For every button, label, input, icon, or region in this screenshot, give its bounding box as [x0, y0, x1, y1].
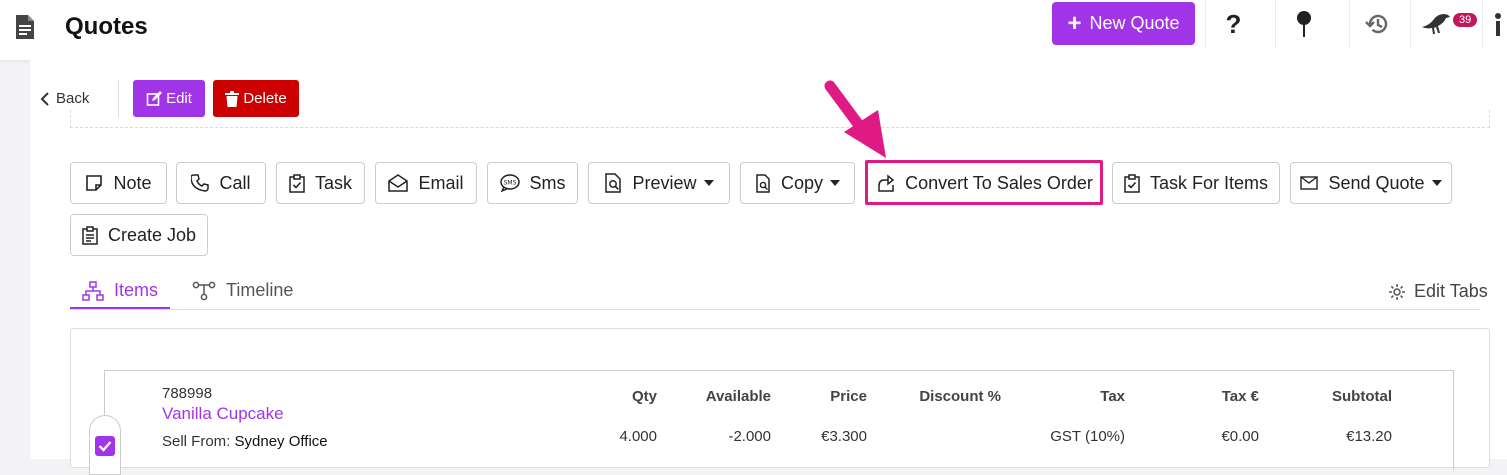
chevron-left-icon	[40, 91, 49, 106]
row-qty: 4.000	[619, 428, 657, 445]
copy-dropdown[interactable]: Copy	[740, 162, 855, 204]
caret-down-icon	[1431, 180, 1442, 186]
sms-label: Sms	[529, 172, 566, 193]
new-quote-label: New Quote	[1089, 13, 1180, 33]
file-copy-icon	[756, 173, 770, 193]
document-icon	[16, 15, 34, 39]
sms-button[interactable]: SMS Sms	[487, 162, 578, 204]
task-button[interactable]: Task	[276, 162, 365, 204]
note-label: Note	[113, 172, 152, 193]
sell-from-value: Sydney Office	[234, 433, 328, 450]
email-button[interactable]: Email	[375, 162, 477, 204]
sms-icon: SMS	[499, 174, 520, 192]
clipboard-check-icon	[1124, 173, 1140, 193]
column-header-available: Available	[705, 388, 771, 405]
dashed-divider	[70, 110, 1490, 128]
notification-badge: 39	[1453, 13, 1478, 27]
delete-label: Delete	[243, 90, 287, 107]
note-button[interactable]: Note	[70, 162, 167, 204]
tab-items[interactable]: Items	[82, 280, 158, 301]
call-label: Call	[219, 172, 251, 193]
row-tax: GST (10%)	[1050, 428, 1125, 445]
copy-label: Copy	[780, 172, 824, 193]
help-icon: ?	[1225, 8, 1242, 39]
convert-label: Convert To Sales Order	[905, 172, 1093, 193]
sell-from-label: Sell From:	[162, 433, 231, 450]
column-header-price: Price	[830, 388, 867, 405]
task-label: Task	[314, 172, 352, 193]
row-tax-amount: €0.00	[1221, 428, 1259, 445]
edit-tabs-button[interactable]: Edit Tabs	[1388, 281, 1488, 302]
new-quote-button[interactable]: + New Quote	[1052, 2, 1195, 45]
trash-icon	[225, 90, 240, 107]
svg-text:SMS: SMS	[503, 180, 516, 187]
envelope-icon	[1300, 176, 1319, 190]
email-label: Email	[418, 172, 464, 193]
row-checkbox[interactable]	[95, 436, 115, 456]
plus-icon: +	[1067, 9, 1082, 37]
pointer-arrow-icon	[824, 80, 886, 158]
edit-icon	[146, 90, 163, 106]
caret-down-icon	[703, 180, 714, 186]
sitemap-icon	[82, 280, 104, 301]
help-button[interactable]: ?	[1205, 0, 1261, 48]
column-header-tax: Tax	[1100, 388, 1125, 405]
sell-from: Sell From: Sydney Office	[162, 433, 328, 450]
envelope-open-icon	[388, 174, 409, 192]
share-icon	[878, 174, 895, 192]
caret-down-icon	[830, 180, 841, 186]
back-label: Back	[56, 90, 90, 107]
history-icon	[1364, 14, 1387, 34]
column-header-qty: Qty	[631, 388, 657, 405]
clipboard-list-icon	[82, 225, 98, 245]
column-header-discount: Discount %	[919, 388, 1001, 405]
item-name-link[interactable]: Vanilla Cupcake	[162, 404, 284, 424]
item-card	[104, 370, 1454, 470]
task-for-items-button[interactable]: Task For Items	[1112, 162, 1280, 204]
checkmark-icon	[98, 441, 112, 452]
send-quote-label: Send Quote	[1328, 172, 1425, 193]
phone-icon	[191, 174, 210, 192]
create-job-button[interactable]: Create Job	[70, 214, 208, 256]
clipboard-check-icon	[289, 173, 305, 193]
history-button[interactable]	[1349, 0, 1405, 48]
top-bar: Quotes + New Quote ? 39	[0, 0, 1507, 60]
preview-dropdown[interactable]: Preview	[588, 162, 730, 204]
file-search-icon	[605, 173, 622, 193]
gear-icon	[1389, 283, 1405, 300]
timeline-icon	[192, 281, 216, 300]
row-available: -2.000	[728, 428, 771, 445]
row-subtotal: €13.20	[1346, 428, 1392, 445]
info-icon	[1494, 13, 1501, 36]
note-icon	[86, 175, 103, 191]
column-header-subtotal: Subtotal	[1332, 388, 1392, 405]
task-for-items-label: Task For Items	[1149, 172, 1269, 193]
row-price: €3.300	[821, 428, 867, 445]
send-quote-dropdown[interactable]: Send Quote	[1290, 162, 1452, 204]
preview-label: Preview	[632, 172, 697, 193]
tab-timeline-label: Timeline	[226, 280, 294, 300]
tab-timeline[interactable]: Timeline	[192, 280, 293, 301]
info-button[interactable]	[1482, 0, 1507, 48]
tabs-divider	[70, 309, 1480, 310]
pin-icon	[1296, 11, 1311, 37]
call-button[interactable]: Call	[176, 162, 266, 204]
crow-icon	[1421, 14, 1450, 34]
create-job-label: Create Job	[107, 224, 197, 245]
item-sku: 788998	[162, 385, 213, 402]
page-title: Quotes	[65, 13, 148, 40]
tab-items-label: Items	[114, 280, 159, 300]
back-link[interactable]: Back	[40, 90, 89, 107]
column-header-tax-amount: Tax €	[1221, 388, 1259, 405]
pin-button[interactable]	[1275, 0, 1331, 48]
edit-label: Edit	[166, 90, 192, 107]
convert-to-sales-order-button[interactable]: Convert To Sales Order	[866, 162, 1102, 204]
notifications-button[interactable]	[1410, 0, 1460, 48]
edit-tabs-label: Edit Tabs	[1414, 281, 1488, 301]
